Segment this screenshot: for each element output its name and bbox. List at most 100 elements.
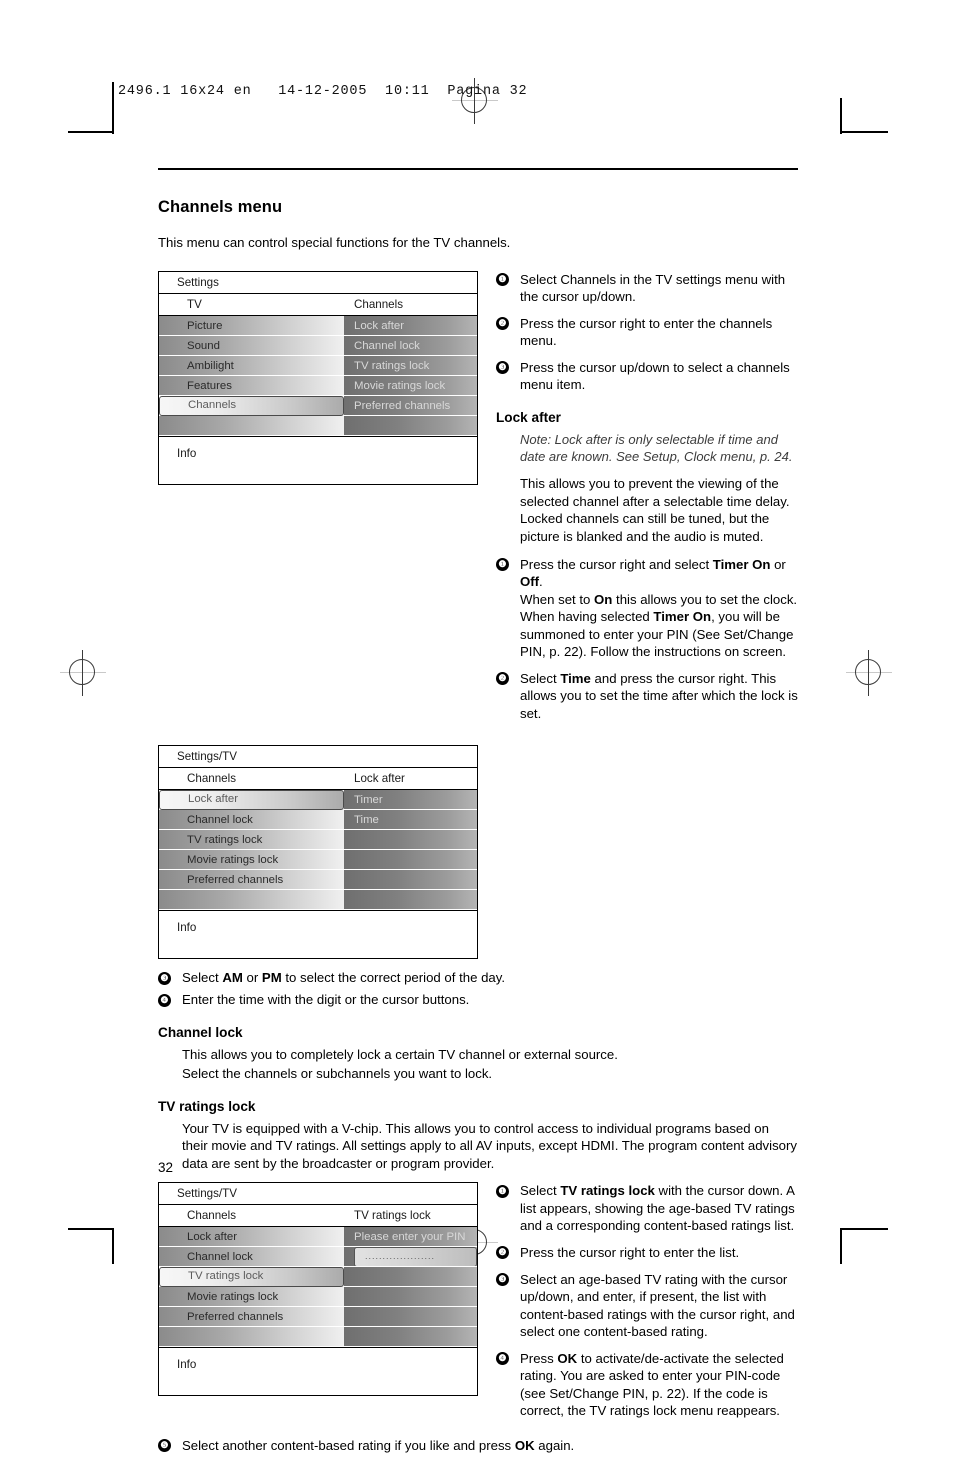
osd-menu-settings[interactable]: Settings TV Channels Picture Sound Ambil… [158,270,478,485]
menu-item-blank [159,1327,344,1348]
page-number: 32 [158,1160,174,1175]
slug-rule [112,82,114,106]
submenu-item-time[interactable]: Time [344,810,477,831]
t-bold: On [594,591,613,607]
menu-item-sound[interactable]: Sound [159,335,344,356]
menu-item-channel-lock[interactable]: Channel lock [159,810,344,831]
submenu-item-blank [344,830,477,851]
step-number-1-icon: ❶ [496,558,509,572]
t: Select [520,1183,561,1199]
menu2-column: Settings/TV Channels Lock after Lock aft… [158,745,480,960]
crop-mark-bottom-right-horizontal [842,1228,888,1230]
t: Press [520,1350,558,1366]
osd-info-panel: Info [159,435,477,484]
t: When having selected [520,609,654,625]
submenu-item-lock-after[interactable]: Lock after [344,315,477,336]
t-bold: AM [222,970,243,986]
osd-left-header: Channels [187,1209,236,1223]
menu-item-picture[interactable]: Picture [159,315,344,336]
t-bold: OK [557,1350,578,1366]
crop-mark-bottom-left-vertical [112,1228,114,1264]
osd-info-panel: Info [159,1347,477,1396]
t: or [770,556,786,572]
osd-right-list: Please enter your PIN ..................… [344,1227,477,1348]
osd-body: Lock after Channel lock TV ratings lock … [159,790,477,911]
osd-column-headers: TV Channels [159,293,477,316]
menu-item-lock-after[interactable]: Lock after [159,1227,344,1248]
osd-column-headers: Channels TV ratings lock [159,1205,477,1228]
menu-item-ambilight[interactable]: Ambilight [159,355,344,376]
step-text: Press the cursor right to enter the list… [520,1244,740,1260]
step-text: Enter the time with the digit or the cur… [182,992,470,1008]
step-text: Select an age-based TV rating with the c… [520,1271,795,1340]
submenu-item-timer[interactable]: Timer [344,790,477,811]
step-item: ❷ Press the cursor right to enter the li… [496,1244,798,1262]
menu-item-movie-ratings-lock[interactable]: Movie ratings lock [159,850,344,871]
step-item: ❷ Press the cursor right to enter the ch… [496,315,798,350]
heading-lock-after: Lock after [496,409,561,425]
body-tv-ratings-lock: Your TV is equipped with a V-chip. This … [182,1120,797,1171]
prepress-slug: 2496.1 16x24 en 14-12-2005 10:11 Pagina … [118,84,528,99]
channels-steps-column: ❶ Select Channels in the TV settings men… [496,271,798,732]
registration-mark-left [60,650,106,696]
t: When set to [520,591,595,607]
steps-tv-ratings-lock: ❶ Select TV ratings lock with the cursor… [496,1182,798,1420]
step-number-2-icon: ❷ [496,1246,509,1260]
pin-prompt-label: Please enter your PIN [344,1227,477,1248]
t: again. [534,1437,575,1453]
t: or [242,970,262,986]
step-item: ❺ Select another content-based rating if… [158,1437,798,1455]
submenu-item-channel-lock[interactable]: Channel lock [344,335,477,356]
header-rule [158,168,798,171]
page-content: Channels menu This menu can control spec… [158,168,798,1463]
step-number-4-icon: ❹ [158,993,171,1007]
step-item: ❹ Enter the time with the digit or the c… [158,991,798,1009]
menu-item-movie-ratings-lock[interactable]: Movie ratings lock [159,1287,344,1308]
menu-item-preferred-channels[interactable]: Preferred channels [159,870,344,891]
menu-item-lock-after-selected[interactable]: Lock after [159,790,344,811]
submenu-item-blank [344,1327,477,1348]
body-lock-after: This allows you to prevent the viewing o… [520,476,790,545]
menu-item-tv-ratings-lock-selected[interactable]: TV ratings lock [159,1267,344,1288]
submenu-item-blank [344,415,477,436]
menu-item-preferred-channels[interactable]: Preferred channels [159,1307,344,1328]
pin-input[interactable]: .................... [354,1247,477,1267]
step-text: Select another content-based rating if y… [182,1438,574,1453]
step-item: ❶ Select TV ratings lock with the cursor… [496,1182,798,1235]
crop-mark-top-right-horizontal [842,131,888,133]
crop-mark-top-right-vertical [840,98,842,134]
submenu-item-blank [344,1287,477,1308]
step-text: Select AM or PM to select the correct pe… [182,970,505,985]
osd-menu-settings-tv-ratings-lock[interactable]: Settings/TV Channels TV ratings lock Loc… [158,1182,478,1397]
t-bold: Time [560,670,591,686]
osd-column-headers: Channels Lock after [159,768,477,791]
step-item: ❶ Press the cursor right and select Time… [496,556,798,661]
submenu-item-blank [344,1267,477,1288]
menu-item-channels-selected[interactable]: Channels [159,395,344,416]
menu-item-tv-ratings-lock[interactable]: TV ratings lock [159,830,344,851]
osd-title: Settings/TV [159,1183,477,1206]
t: Select [520,670,561,686]
submenu-item-movie-ratings-lock[interactable]: Movie ratings lock [344,375,477,396]
step-item: ❹ Press OK to activate/de-activate the s… [496,1350,798,1420]
menu-item-channel-lock[interactable]: Channel lock [159,1247,344,1268]
step-text: Select Channels in the TV settings menu … [520,271,786,305]
section-tv-ratings-step5: ❺ Select another content-based rating if… [158,1437,798,1455]
t-bold: Timer On [712,556,771,572]
crop-mark-bottom-right-vertical [840,1228,842,1264]
page-title: Channels menu [158,198,283,217]
osd-left-list: Lock after Channel lock TV ratings lock … [159,790,344,911]
step-number-1-icon: ❶ [496,273,509,287]
menu-item-features[interactable]: Features [159,375,344,396]
step-number-5-icon: ❺ [158,1439,171,1453]
submenu-item-tv-ratings-lock[interactable]: TV ratings lock [344,355,477,376]
submenu-item-preferred-channels[interactable]: Preferred channels [344,395,477,416]
osd-menu-settings-tv-lock-after[interactable]: Settings/TV Channels Lock after Lock aft… [158,745,478,960]
osd-body: Lock after Channel lock TV ratings lock … [159,1227,477,1348]
steps-lock-after: ❶ Press the cursor right and select Time… [496,556,798,723]
osd-left-header: Channels [187,772,236,786]
step-text: Press OK to activate/de-activate the sel… [520,1351,784,1419]
step-text: Press the cursor right to enter the chan… [520,315,773,349]
t: Select [182,970,223,986]
tv-ratings-steps-column: ❶ Select TV ratings lock with the cursor… [496,1182,798,1429]
